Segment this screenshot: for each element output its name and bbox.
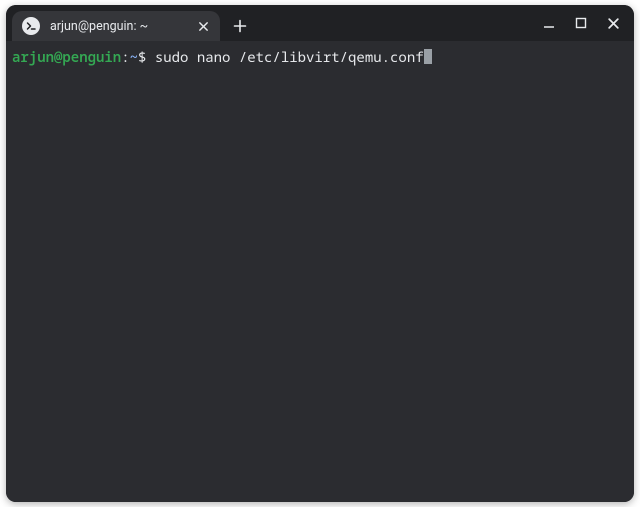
maximize-button[interactable] xyxy=(566,8,596,38)
tab-title: arjun@penguin: ~ xyxy=(50,19,194,34)
command-text: sudo nano /etc/libvirt/qemu.conf xyxy=(155,48,424,67)
window-controls xyxy=(534,5,628,41)
terminal-icon xyxy=(22,17,40,35)
close-tab-icon[interactable] xyxy=(194,17,212,35)
close-window-button[interactable] xyxy=(598,8,628,38)
minimize-button[interactable] xyxy=(534,8,564,38)
cursor xyxy=(424,49,432,64)
titlebar: arjun@penguin: ~ xyxy=(6,5,634,41)
new-tab-button[interactable] xyxy=(226,11,254,41)
terminal-window: arjun@penguin: ~ xyxy=(6,5,634,502)
tab-active[interactable]: arjun@penguin: ~ xyxy=(12,11,220,41)
prompt-path: ~ xyxy=(130,48,138,67)
prompt-user-host: arjun@penguin xyxy=(12,48,121,67)
prompt-separator: : xyxy=(121,48,129,67)
prompt-symbol: $ xyxy=(138,48,146,67)
terminal-body[interactable]: arjun@penguin:~$ sudo nano /etc/libvirt/… xyxy=(6,41,634,502)
